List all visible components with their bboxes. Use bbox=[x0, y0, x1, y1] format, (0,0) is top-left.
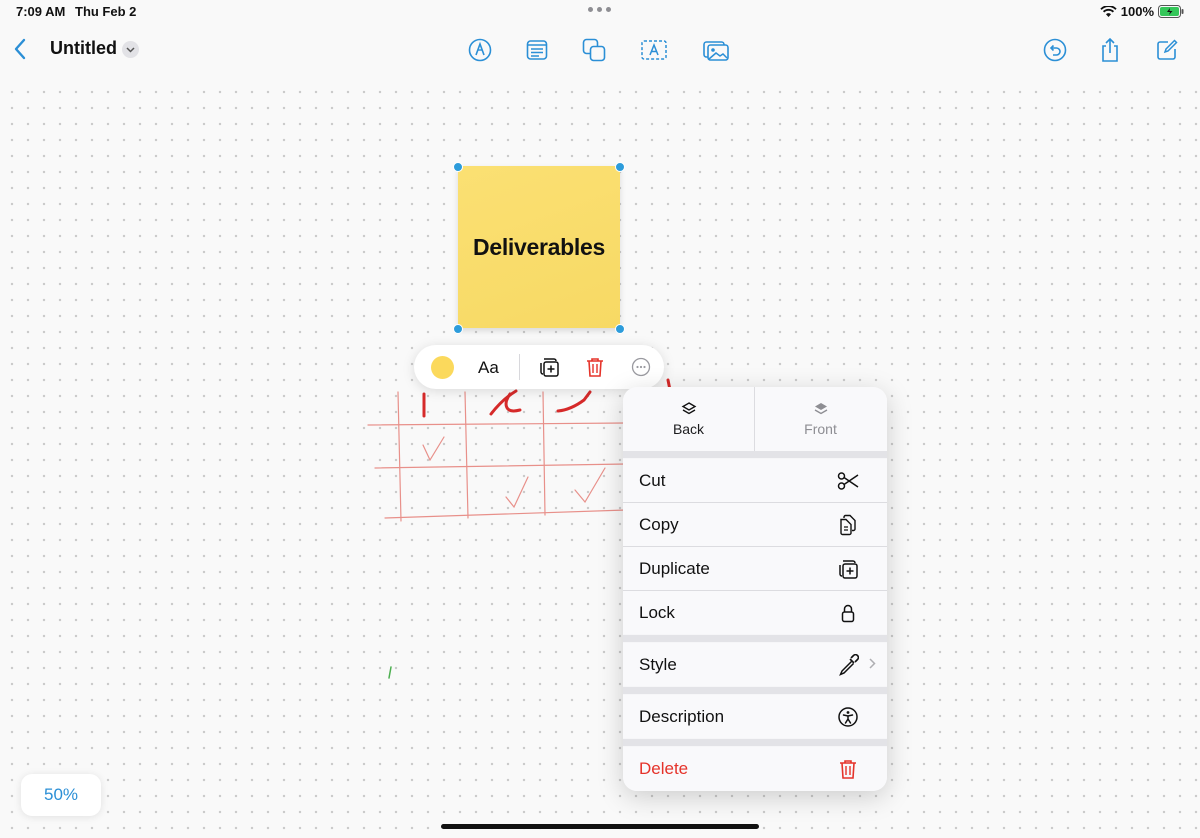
toolbar-divider bbox=[519, 354, 520, 380]
menu-item-label: Copy bbox=[639, 515, 679, 534]
layer-controls: Back Front bbox=[623, 387, 887, 451]
wifi-icon bbox=[1100, 5, 1117, 18]
share-icon[interactable] bbox=[1096, 36, 1124, 64]
eyedropper-icon bbox=[837, 654, 859, 676]
duplicate-icon[interactable] bbox=[538, 356, 560, 378]
shapes-icon[interactable] bbox=[580, 36, 608, 64]
menu-item-label: Cut bbox=[639, 471, 666, 490]
accessibility-icon bbox=[837, 706, 859, 728]
front-label: Front bbox=[804, 421, 837, 437]
chevron-right-icon bbox=[869, 658, 876, 669]
back-button[interactable] bbox=[10, 36, 32, 62]
media-icon[interactable] bbox=[702, 36, 730, 64]
selection-handle-top-left[interactable] bbox=[453, 162, 463, 172]
battery-icon bbox=[1158, 5, 1184, 18]
menu-item-style[interactable]: Style bbox=[623, 643, 887, 686]
selection-handle-bottom-right[interactable] bbox=[615, 324, 625, 334]
status-time: 7:09 AM bbox=[16, 4, 66, 19]
zoom-level-text: 50% bbox=[43, 785, 79, 804]
hand-drawn-table-sketch bbox=[367, 378, 672, 679]
multitasking-icon[interactable] bbox=[588, 7, 611, 12]
pen-tool-icon[interactable] bbox=[466, 36, 494, 64]
menu-item-lock[interactable]: Lock bbox=[623, 591, 887, 634]
document-title[interactable]: Untitled bbox=[50, 38, 117, 59]
status-date: Thu Feb 2 bbox=[75, 4, 137, 19]
compose-icon[interactable] bbox=[1153, 36, 1181, 64]
font-button[interactable]: Aa bbox=[478, 358, 499, 378]
send-back-button[interactable]: Back bbox=[623, 387, 754, 451]
menu-section-gap bbox=[623, 635, 887, 642]
duplicate-icon bbox=[837, 558, 859, 580]
menu-item-label: Description bbox=[639, 707, 725, 726]
menu-item-label: Duplicate bbox=[639, 559, 710, 578]
menu-item-description[interactable]: Description bbox=[623, 695, 887, 738]
trash-icon bbox=[837, 758, 859, 780]
home-indicator[interactable] bbox=[441, 824, 759, 829]
scissors-icon bbox=[837, 470, 859, 492]
context-menu: Back Front Cut Copy Duplicate Lock Style… bbox=[623, 387, 887, 791]
menu-item-cut[interactable]: Cut bbox=[623, 459, 887, 502]
layers-front-icon bbox=[813, 401, 829, 417]
selection-handle-top-right[interactable] bbox=[615, 162, 625, 172]
more-icon[interactable] bbox=[630, 356, 652, 378]
undo-icon[interactable] bbox=[1041, 36, 1069, 64]
copy-icon bbox=[837, 514, 859, 536]
status-right: 100% bbox=[1100, 4, 1184, 19]
bring-front-button[interactable]: Front bbox=[755, 387, 886, 451]
text-box-icon[interactable] bbox=[640, 36, 668, 64]
note-icon[interactable] bbox=[523, 36, 551, 64]
menu-item-label: Lock bbox=[639, 603, 675, 622]
color-swatch-button[interactable] bbox=[431, 356, 454, 379]
menu-item-copy[interactable]: Copy bbox=[623, 503, 887, 546]
sticky-note[interactable]: Deliverables bbox=[458, 166, 620, 328]
menu-item-duplicate[interactable]: Duplicate bbox=[623, 547, 887, 590]
menu-item-delete[interactable]: Delete bbox=[623, 747, 887, 791]
menu-item-label: Delete bbox=[639, 759, 689, 778]
layers-back-icon bbox=[681, 401, 697, 417]
menu-section-gap bbox=[623, 451, 887, 458]
top-bar: 7:09 AM Thu Feb 2 100% Untitled bbox=[0, 0, 1200, 78]
selection-toolbar: Aa bbox=[414, 345, 664, 389]
lock-icon bbox=[837, 602, 859, 624]
menu-section-gap bbox=[623, 739, 887, 746]
menu-section-gap bbox=[623, 687, 887, 694]
back-label: Back bbox=[672, 421, 705, 437]
sticky-note-text: Deliverables bbox=[473, 233, 605, 260]
trash-icon[interactable] bbox=[584, 356, 606, 378]
menu-item-label: Style bbox=[639, 655, 677, 674]
battery-percent: 100% bbox=[1120, 4, 1154, 19]
zoom-level-button[interactable]: 50% bbox=[21, 774, 101, 816]
chevron-down-icon[interactable] bbox=[122, 41, 139, 58]
selection-handle-bottom-left[interactable] bbox=[453, 324, 463, 334]
